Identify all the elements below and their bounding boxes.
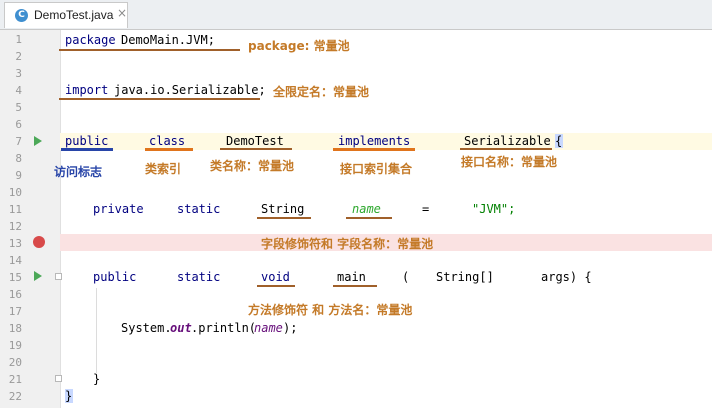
implements-underline bbox=[333, 148, 415, 151]
keyword-static: static bbox=[177, 270, 221, 284]
run-main-icon[interactable] bbox=[34, 271, 42, 281]
string-literal: "JVM"; bbox=[472, 202, 516, 216]
line-number: 3 bbox=[15, 67, 22, 80]
editor-tab-bar: C DemoTest.java × bbox=[0, 0, 712, 30]
import-name: java.io.Serializable; bbox=[114, 83, 266, 97]
keyword-public: public bbox=[93, 270, 137, 284]
name-arg: name bbox=[254, 321, 283, 335]
line-number: 8 bbox=[15, 152, 22, 165]
line-number: 14 bbox=[8, 254, 22, 267]
keyword-import: import bbox=[65, 83, 109, 97]
keyword-void: void bbox=[261, 270, 290, 284]
tab-label: DemoTest.java bbox=[34, 8, 114, 22]
close-brace: } bbox=[93, 372, 101, 386]
line-number: 7 bbox=[15, 135, 22, 148]
import-underline bbox=[59, 98, 260, 100]
keyword-public: public bbox=[65, 134, 109, 148]
class-name: DemoTest bbox=[226, 134, 284, 148]
out-field: out bbox=[170, 321, 192, 335]
close-brace: } bbox=[65, 389, 73, 403]
line-number: 5 bbox=[15, 101, 22, 114]
breakpoint-icon[interactable] bbox=[33, 236, 45, 248]
annotation-access-flags: 访问标志 bbox=[54, 165, 103, 179]
line-number: 2 bbox=[15, 50, 22, 63]
type-string: String bbox=[261, 202, 305, 216]
run-class-icon[interactable] bbox=[34, 136, 42, 146]
keyword-private: private bbox=[93, 202, 144, 216]
public-underline bbox=[61, 148, 113, 151]
method-name: main bbox=[337, 270, 366, 284]
type-underline bbox=[257, 217, 311, 219]
package-name: DemoMain.JVM; bbox=[121, 33, 215, 47]
annotation-field: 字段修饰符和 字段名称：常量池 bbox=[261, 237, 434, 251]
assign-operator: = bbox=[422, 202, 430, 216]
annotation-interfaces: 接口索引集合 bbox=[340, 162, 413, 176]
param-type: String[] bbox=[436, 270, 494, 284]
annotation-package: package: 常量池 bbox=[248, 39, 350, 53]
annotation-class-name: 类名称：常量池 bbox=[210, 159, 295, 173]
line-number: 12 bbox=[8, 220, 22, 233]
method-underline bbox=[333, 285, 377, 287]
println-call: .println( bbox=[191, 321, 257, 335]
void-underline bbox=[257, 285, 295, 287]
tab-demotest[interactable]: C DemoTest.java × bbox=[4, 2, 128, 28]
interface-name: Serializable bbox=[464, 134, 551, 148]
annotation-method: 方法修饰符 和 方法名：常量池 bbox=[248, 303, 413, 317]
fold-icon[interactable] bbox=[55, 375, 62, 382]
keyword-package: package bbox=[65, 33, 116, 47]
open-paren: ( bbox=[402, 270, 410, 284]
line-number: 22 bbox=[8, 390, 22, 403]
indent-guide bbox=[96, 288, 97, 373]
line-number: 13 bbox=[8, 237, 22, 250]
close-icon[interactable]: × bbox=[117, 6, 127, 20]
java-class-icon: C bbox=[15, 9, 28, 22]
class-underline bbox=[145, 148, 193, 151]
fold-icon[interactable] bbox=[55, 273, 62, 280]
line-number: 21 bbox=[8, 373, 22, 386]
line-number: 18 bbox=[8, 322, 22, 335]
line-number: 15 bbox=[8, 271, 22, 284]
field-underline bbox=[346, 217, 392, 219]
system-ref: System. bbox=[121, 321, 172, 335]
annotation-interface-name: 接口名称：常量池 bbox=[461, 155, 558, 169]
line-number: 20 bbox=[8, 356, 22, 369]
field-name: name bbox=[352, 202, 381, 216]
annotation-class-index: 类索引 bbox=[145, 162, 182, 176]
line-number: 17 bbox=[8, 305, 22, 318]
classname-underline bbox=[220, 148, 292, 150]
keyword-class: class bbox=[149, 134, 186, 148]
line-number: 16 bbox=[8, 288, 22, 301]
line-number: 1 bbox=[15, 33, 22, 46]
interface-underline bbox=[460, 148, 552, 150]
line-number: 9 bbox=[15, 169, 22, 182]
keyword-implements: implements bbox=[338, 134, 411, 148]
open-brace: { bbox=[555, 134, 563, 148]
line-number: 6 bbox=[15, 118, 22, 131]
line-number: 4 bbox=[15, 84, 22, 97]
annotation-import: 全限定名：常量池 bbox=[273, 85, 370, 99]
line-number: 19 bbox=[8, 339, 22, 352]
line-number: 11 bbox=[8, 203, 22, 216]
keyword-static: static bbox=[177, 202, 221, 216]
param-args: args) { bbox=[541, 270, 592, 284]
call-end: ); bbox=[283, 321, 298, 335]
package-underline bbox=[59, 49, 240, 51]
line-number: 10 bbox=[8, 186, 22, 199]
